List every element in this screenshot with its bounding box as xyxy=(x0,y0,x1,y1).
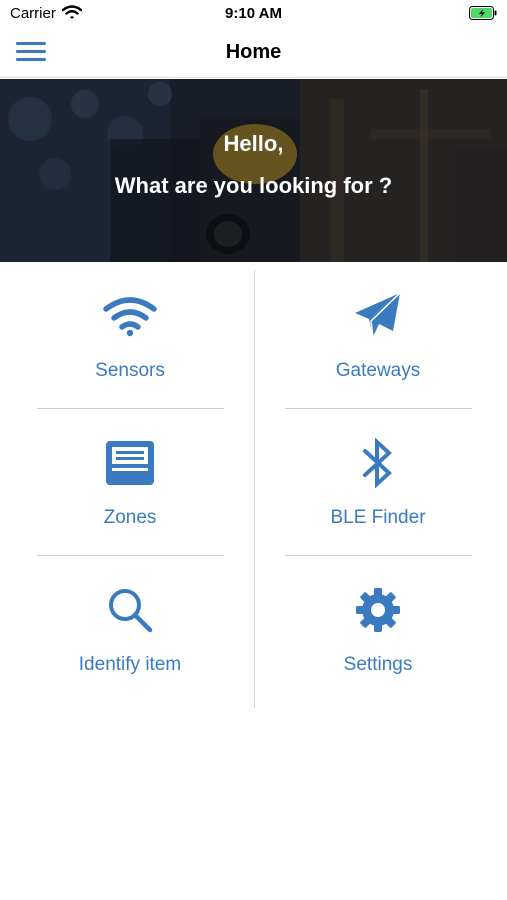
sensors-tile[interactable]: Sensors xyxy=(3,262,257,409)
gateways-tile[interactable]: Gateways xyxy=(251,262,505,409)
hero-banner: Hello, What are you looking for ? xyxy=(0,79,507,262)
page-title: Home xyxy=(225,41,282,63)
question-text: What are you looking for ? xyxy=(114,173,393,198)
paper-plane-icon xyxy=(251,290,505,342)
wifi-icon xyxy=(3,290,257,342)
gear-icon xyxy=(251,584,505,636)
ble-finder-label: BLE Finder xyxy=(330,507,426,528)
zones-tile[interactable]: Zones xyxy=(3,409,257,556)
greeting-text: Hello, xyxy=(223,131,284,156)
identify-item-label: Identify item xyxy=(78,654,182,675)
settings-tile[interactable]: Settings xyxy=(251,556,505,703)
battery-icon xyxy=(469,6,497,25)
ble-finder-tile[interactable]: BLE Finder xyxy=(251,409,505,556)
settings-label: Settings xyxy=(343,654,413,675)
zones-label: Zones xyxy=(103,507,157,528)
status-bar: Carrier 9:10 AM xyxy=(0,0,507,28)
inbox-tray-icon xyxy=(3,437,257,489)
clock: 9:10 AM xyxy=(225,5,282,22)
menu-grid: Sensors Gateways Zones BLE Finder Identi… xyxy=(0,262,507,708)
navigation-bar: Home xyxy=(0,28,507,78)
search-icon xyxy=(3,584,257,636)
sensors-label: Sensors xyxy=(95,360,165,381)
identify-item-tile[interactable]: Identify item xyxy=(3,556,257,703)
bluetooth-icon xyxy=(251,437,505,489)
gateways-label: Gateways xyxy=(335,360,421,381)
